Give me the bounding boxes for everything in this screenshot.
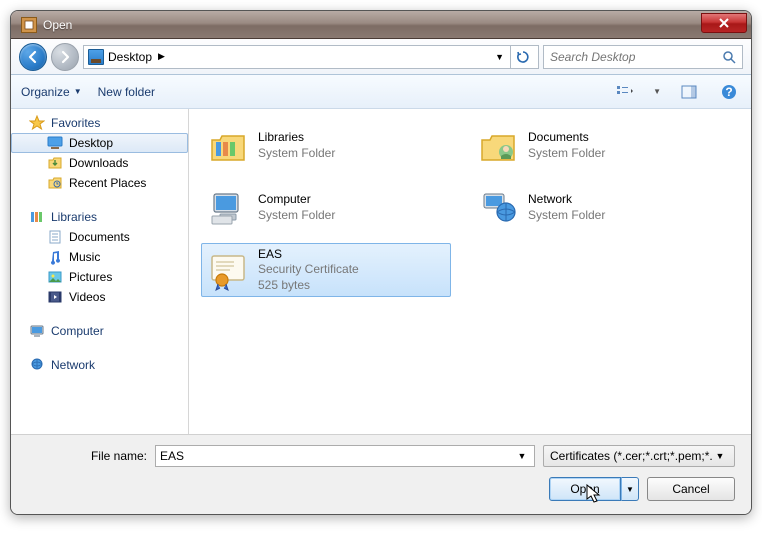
pictures-icon	[47, 269, 63, 285]
network-label: Network	[51, 358, 95, 372]
libraries-icon	[206, 124, 250, 168]
back-button[interactable]	[19, 43, 47, 71]
documents-icon	[47, 229, 63, 245]
item-name: Documents	[528, 130, 605, 146]
cancel-button[interactable]: Cancel	[647, 477, 735, 501]
chevron-down-icon[interactable]: ▼	[653, 87, 661, 96]
sidebar-item-videos[interactable]: Videos	[11, 287, 188, 307]
sidebar-item-pictures[interactable]: Pictures	[11, 267, 188, 287]
item-sub: System Folder	[258, 208, 335, 224]
computer-group[interactable]: Computer	[11, 321, 188, 341]
tree-label: Pictures	[69, 270, 112, 284]
chevron-down-icon[interactable]: ▼	[514, 451, 530, 461]
help-button[interactable]: ?	[717, 81, 741, 103]
tree-label: Music	[69, 250, 100, 264]
chevron-down-icon[interactable]: ▼	[495, 52, 504, 62]
item-name: EAS	[258, 247, 359, 263]
desktop-icon	[47, 135, 63, 151]
breadcrumb[interactable]: Desktop ▶ ▼	[83, 45, 539, 69]
open-dropdown[interactable]: ▼	[621, 477, 639, 501]
item-sub: Security Certificate	[258, 262, 359, 278]
navbar: Desktop ▶ ▼	[11, 39, 751, 75]
search-icon	[722, 50, 736, 64]
tree-label: Videos	[69, 290, 105, 304]
item-size: 525 bytes	[258, 278, 359, 294]
item-documents[interactable]: DocumentsSystem Folder	[471, 119, 721, 173]
titlebar[interactable]: Open	[11, 11, 751, 39]
star-icon	[29, 115, 45, 131]
newfolder-label: New folder	[98, 85, 155, 99]
sidebar[interactable]: Favorites Desktop Downloads Recent Place…	[11, 109, 189, 434]
item-libraries[interactable]: LibrariesSystem Folder	[201, 119, 451, 173]
search-box[interactable]	[543, 45, 743, 69]
sidebar-item-desktop[interactable]: Desktop	[11, 133, 188, 153]
item-eas[interactable]: EASSecurity Certificate525 bytes	[201, 243, 451, 297]
svg-text:?: ?	[725, 85, 732, 99]
sidebar-item-downloads[interactable]: Downloads	[11, 153, 188, 173]
favorites-group[interactable]: Favorites	[11, 113, 188, 133]
computer-label: Computer	[51, 324, 104, 338]
bottom-panel: File name: ▼ Certificates (*.cer;*.crt;*…	[11, 434, 751, 514]
tree-label: Downloads	[69, 156, 128, 170]
organize-label: Organize	[21, 85, 70, 99]
videos-icon	[47, 289, 63, 305]
network-icon	[29, 357, 45, 373]
item-name: Computer	[258, 192, 335, 208]
item-sub: System Folder	[258, 146, 335, 162]
chevron-down-icon: ▼	[712, 451, 728, 461]
chevron-down-icon: ▼	[74, 87, 82, 96]
open-button-group: Open ▼	[549, 477, 639, 501]
refresh-button[interactable]	[510, 46, 534, 68]
cancel-label: Cancel	[672, 482, 709, 496]
filename-label: File name:	[27, 449, 147, 463]
filename-input[interactable]	[160, 449, 514, 463]
item-sub: System Folder	[528, 208, 605, 224]
window-title: Open	[43, 18, 72, 32]
network-group[interactable]: Network	[11, 355, 188, 375]
open-button[interactable]: Open	[549, 477, 621, 501]
music-icon	[47, 249, 63, 265]
desktop-icon	[88, 49, 104, 65]
toolbar: Organize ▼ New folder ▼ ?	[11, 75, 751, 109]
new-folder-button[interactable]: New folder	[98, 85, 155, 99]
tree-label: Desktop	[69, 136, 113, 150]
recent-icon	[47, 175, 63, 191]
crumb-desktop[interactable]: Desktop	[108, 50, 152, 64]
file-list[interactable]: LibrariesSystem Folder DocumentsSystem F…	[189, 109, 751, 434]
item-computer[interactable]: ComputerSystem Folder	[201, 181, 451, 235]
filename-combo[interactable]: ▼	[155, 445, 535, 467]
libraries-group[interactable]: Libraries	[11, 207, 188, 227]
search-input[interactable]	[550, 50, 722, 64]
tree-label: Documents	[69, 230, 130, 244]
documents-folder-icon	[476, 124, 520, 168]
open-dialog: Open Desktop ▶ ▼ Organize	[10, 10, 752, 515]
open-label: Open	[570, 482, 599, 496]
filter-label: Certificates (*.cer;*.crt;*.pem;*.p	[550, 449, 712, 463]
item-name: Network	[528, 192, 605, 208]
computer-icon	[29, 323, 45, 339]
certificate-icon	[206, 248, 250, 292]
computer-icon	[206, 186, 250, 230]
tree-label: Recent Places	[69, 176, 146, 190]
favorites-label: Favorites	[51, 116, 100, 130]
filetype-filter[interactable]: Certificates (*.cer;*.crt;*.pem;*.p ▼	[543, 445, 735, 467]
preview-pane-button[interactable]	[677, 81, 701, 103]
sidebar-item-recent[interactable]: Recent Places	[11, 173, 188, 193]
app-icon	[21, 17, 37, 33]
sidebar-item-music[interactable]: Music	[11, 247, 188, 267]
item-sub: System Folder	[528, 146, 605, 162]
chevron-right-icon[interactable]: ▶	[158, 51, 165, 62]
item-name: Libraries	[258, 130, 335, 146]
view-options-button[interactable]	[613, 81, 637, 103]
organize-menu[interactable]: Organize ▼	[21, 85, 82, 99]
network-icon	[476, 186, 520, 230]
sidebar-item-documents[interactable]: Documents	[11, 227, 188, 247]
forward-button[interactable]	[51, 43, 79, 71]
close-button[interactable]	[701, 13, 747, 33]
libraries-icon	[29, 209, 45, 225]
item-network[interactable]: NetworkSystem Folder	[471, 181, 721, 235]
body: Favorites Desktop Downloads Recent Place…	[11, 109, 751, 434]
libraries-label: Libraries	[51, 210, 97, 224]
downloads-icon	[47, 155, 63, 171]
